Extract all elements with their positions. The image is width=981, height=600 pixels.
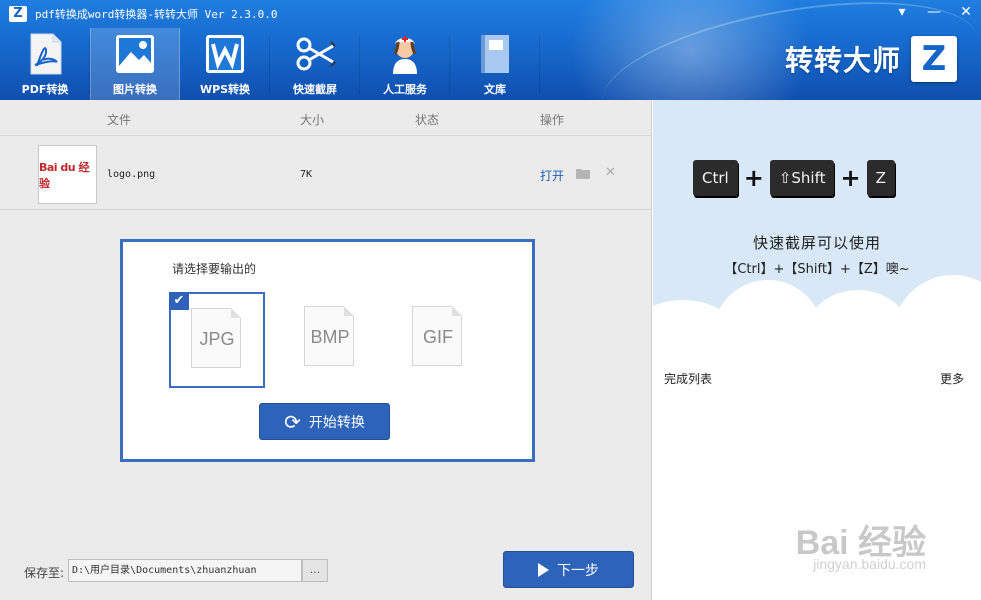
nav-label: 文库 bbox=[484, 83, 506, 96]
shortcut-keys: Ctrl + ⇧Shift + Z bbox=[693, 160, 895, 196]
shortcut-tip-line2: 【Ctrl】+【Shift】+【Z】噢~ bbox=[724, 262, 910, 277]
nav-image-convert[interactable]: 图片转换 bbox=[90, 28, 180, 100]
minimize-button[interactable]: — bbox=[927, 4, 941, 20]
nav-wps-convert[interactable]: WPS转换 bbox=[180, 28, 270, 100]
scissors-icon bbox=[296, 37, 336, 71]
next-step-button[interactable]: 下一步 bbox=[503, 551, 634, 588]
document-icon: JPG bbox=[191, 308, 241, 368]
folder-icon[interactable] bbox=[576, 168, 590, 179]
plus-sign: + bbox=[743, 164, 764, 192]
file-name: logo.png bbox=[107, 169, 156, 180]
save-to-label: 保存至: bbox=[24, 566, 65, 580]
plus-sign: + bbox=[840, 164, 861, 192]
refresh-icon: ⟳ bbox=[284, 409, 301, 434]
completed-list-title: 完成列表 bbox=[664, 372, 713, 386]
page-fold bbox=[231, 308, 241, 318]
nurse-icon bbox=[393, 36, 417, 74]
page-fold bbox=[452, 306, 462, 316]
brand: 转转大师 Z bbox=[785, 36, 957, 82]
col-header-actions: 操作 bbox=[540, 113, 565, 127]
output-format-dialog: 请选择要输出的 ✔ JPG BMP GIF ⟳ 开始转换 bbox=[120, 239, 535, 462]
app-header: Z pdf转换成word转换器-转转大师 Ver 2.3.0.0 ▾ — ✕ P… bbox=[0, 0, 981, 100]
menu-dropdown-button[interactable]: ▾ bbox=[895, 4, 909, 20]
col-header-file: 文件 bbox=[107, 113, 132, 127]
col-header-size: 大小 bbox=[300, 113, 325, 127]
nav-pdf-convert[interactable]: PDF转换 bbox=[0, 28, 90, 100]
window-title: pdf转换成word转换器-转转大师 Ver 2.3.0.0 bbox=[35, 8, 278, 21]
brand-name: 转转大师 bbox=[784, 44, 901, 77]
more-link[interactable]: 更多 bbox=[940, 370, 964, 387]
next-step-label: 下一步 bbox=[557, 562, 599, 579]
main-nav: PDF转换 图片转换 WPS转换 快速截屏 人工服务 文库 bbox=[0, 28, 540, 100]
file-thumbnail: Bai du 经验 bbox=[38, 145, 97, 204]
format-option-gif[interactable]: GIF bbox=[392, 292, 488, 388]
shortcut-tip-line1: 快速截屏可以使用 bbox=[752, 234, 881, 252]
nav-label: 人工服务 bbox=[383, 83, 427, 96]
table-row[interactable]: Bai du 经验 logo.png 7K 打开 ✕ bbox=[0, 137, 652, 210]
delete-icon[interactable]: ✕ bbox=[605, 165, 616, 180]
nav-label: PDF转换 bbox=[21, 83, 69, 96]
nav-screenshot[interactable]: 快速截屏 bbox=[270, 28, 360, 100]
close-button[interactable]: ✕ bbox=[959, 4, 973, 20]
document-icon: BMP bbox=[304, 306, 354, 366]
browse-button[interactable]: ... bbox=[302, 559, 328, 582]
main-panel: 文件 大小 状态 操作 Bai du 经验 logo.png 7K 打开 ✕ 请… bbox=[0, 100, 652, 600]
book-icon bbox=[481, 35, 509, 73]
format-label: BMP bbox=[310, 327, 350, 347]
key-shift: ⇧Shift bbox=[769, 160, 835, 196]
file-table-header: 文件 大小 状态 操作 bbox=[0, 100, 652, 136]
nav-label: WPS转换 bbox=[199, 83, 251, 96]
thumbnail-logo: Bai du 经验 bbox=[39, 160, 89, 190]
save-path-field[interactable]: D:\用户目录\Documents\zhuanzhuan bbox=[68, 559, 302, 582]
start-convert-button[interactable]: ⟳ 开始转换 bbox=[259, 403, 390, 440]
shortcut-tip-banner: Ctrl + ⇧Shift + Z 快速截屏可以使用 【Ctrl】+【Shift… bbox=[653, 100, 981, 355]
checkmark-icon: ✔ bbox=[169, 292, 189, 310]
cloud-base bbox=[653, 330, 981, 355]
nav-label: 快速截屏 bbox=[293, 83, 337, 96]
key-z: Z bbox=[866, 160, 895, 196]
format-label: JPG bbox=[199, 329, 235, 349]
nav-label: 图片转换 bbox=[113, 83, 157, 96]
nav-divider bbox=[539, 36, 540, 94]
nav-library[interactable]: 文库 bbox=[450, 28, 540, 100]
format-label: GIF bbox=[423, 327, 453, 347]
window-controls: ▾ — ✕ bbox=[895, 4, 973, 20]
document-icon: GIF bbox=[412, 306, 462, 366]
brand-logo-icon: Z bbox=[911, 36, 957, 82]
baidu-watermark-url: jingyan.baidu.com bbox=[813, 556, 926, 572]
col-header-status: 状态 bbox=[415, 113, 440, 127]
page-fold bbox=[344, 306, 354, 316]
app-logo-icon: Z bbox=[9, 6, 27, 22]
format-option-bmp[interactable]: BMP bbox=[284, 292, 380, 388]
nav-human-service[interactable]: 人工服务 bbox=[360, 28, 450, 100]
start-convert-label: 开始转换 bbox=[308, 414, 365, 431]
key-ctrl: Ctrl bbox=[693, 160, 738, 196]
pdf-icon bbox=[30, 33, 62, 75]
open-file-link[interactable]: 打开 bbox=[540, 167, 564, 184]
format-prompt: 请选择要输出的 bbox=[172, 262, 257, 276]
wps-icon bbox=[206, 35, 244, 73]
play-icon bbox=[538, 562, 549, 577]
format-option-jpg[interactable]: ✔ JPG bbox=[169, 292, 265, 388]
image-icon bbox=[116, 35, 154, 73]
file-size: 7K bbox=[300, 169, 313, 180]
title-bar: Z pdf转换成word转换器-转转大师 Ver 2.3.0.0 ▾ — ✕ bbox=[0, 0, 981, 28]
